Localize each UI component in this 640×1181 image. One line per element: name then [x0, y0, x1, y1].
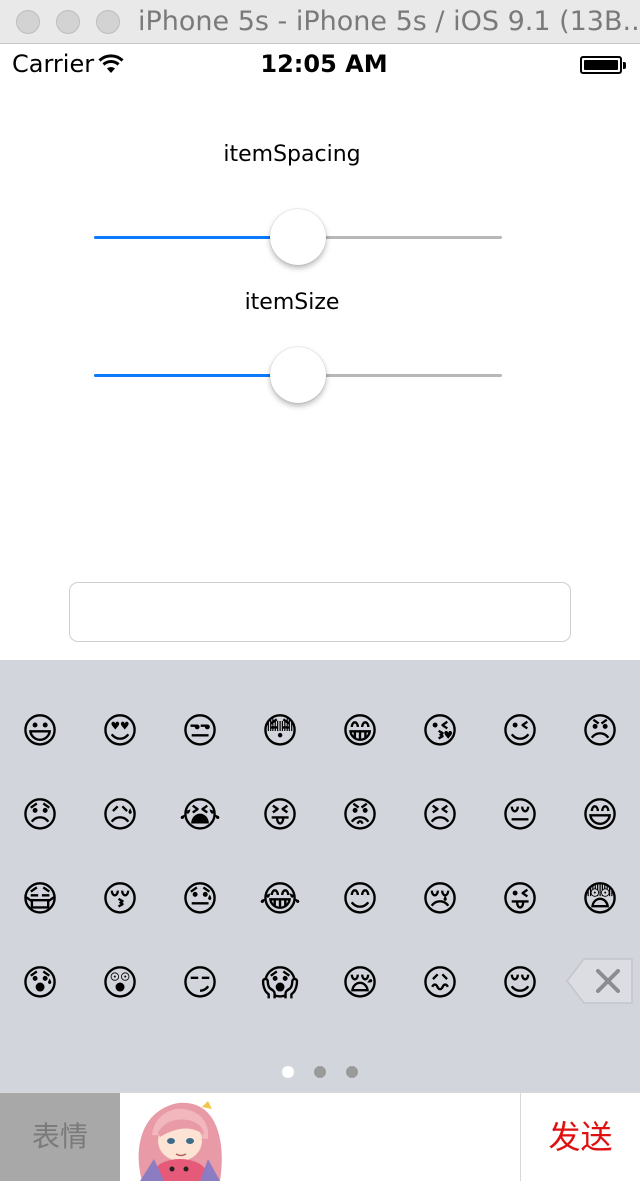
emoji-key[interactable]: 😜 [490, 870, 550, 930]
emoji-key[interactable]: 😓 [170, 870, 230, 930]
slider-fill [94, 374, 298, 377]
page-dot-active[interactable] [282, 1066, 294, 1078]
emoji-key[interactable]: 😄 [570, 786, 630, 846]
send-button[interactable]: 发送 [520, 1093, 640, 1181]
emoji-key[interactable]: 😨 [570, 870, 630, 930]
emoji-key[interactable]: 😥 [90, 786, 150, 846]
emoji-key[interactable]: 😠 [570, 702, 630, 762]
emoji-key[interactable]: 😃 [10, 702, 70, 762]
emoji-key[interactable]: 😭 [170, 786, 230, 846]
emoji-key[interactable]: 😔 [490, 786, 550, 846]
emoji-key[interactable]: 😂 [250, 870, 310, 930]
emoji-key[interactable]: 😖 [410, 954, 470, 1014]
emoji-key[interactable]: 😰 [10, 954, 70, 1014]
emoji-key[interactable]: 😷 [10, 870, 70, 930]
item-size-slider[interactable] [94, 347, 502, 403]
message-input[interactable] [69, 582, 571, 642]
emoji-key[interactable]: 😏 [170, 954, 230, 1014]
page-dot[interactable] [346, 1066, 358, 1078]
emoji-key[interactable]: 😍 [90, 702, 150, 762]
emoji-key[interactable]: 😱 [250, 954, 310, 1014]
bottom-toolbar: 表情 发送 [0, 1092, 640, 1181]
sticker-tab-avatar[interactable] [120, 1093, 240, 1181]
delete-key[interactable] [566, 958, 634, 1004]
item-size-label: itemSize [244, 290, 340, 315]
emoji-key[interactable]: 😞 [10, 786, 70, 846]
slider-thumb[interactable] [270, 347, 326, 403]
item-spacing-slider[interactable] [94, 209, 502, 265]
emoji-key[interactable]: 😲 [90, 954, 150, 1014]
emoji-keyboard: 😃 😍 😒 😳 😁 😘 😉 😠 😞 😥 😭 😝 😡 😣 😔 😄 😷 😚 😓 😂 😊 😢 😜 😨 😰 😲 😏 😱 😪 😖 😌 [0, 660, 640, 1092]
emoji-key[interactable]: 😉 [490, 702, 550, 762]
close-window-button[interactable] [16, 10, 40, 34]
emoji-key[interactable]: 😒 [170, 702, 230, 762]
emoji-key[interactable]: 😘 [410, 702, 470, 762]
window-title: iPhone 5s - iPhone 5s / iOS 9.1 (13B... [138, 6, 640, 37]
item-spacing-label: itemSpacing [223, 142, 361, 167]
status-time: 12:05 AM [260, 50, 388, 78]
backspace-icon [566, 958, 633, 1004]
slider-fill [94, 236, 298, 239]
emoji-key[interactable]: 😣 [410, 786, 470, 846]
slider-thumb[interactable] [270, 209, 326, 265]
emoji-key[interactable]: 😊 [330, 870, 390, 930]
status-bar: Carrier 12:05 AM [0, 44, 640, 84]
emoji-key[interactable]: 😚 [90, 870, 150, 930]
emoji-key[interactable]: 😳 [250, 702, 310, 762]
simulator-titlebar: iPhone 5s - iPhone 5s / iOS 9.1 (13B... [0, 0, 640, 44]
emoji-key[interactable]: 😝 [250, 786, 310, 846]
emoji-tab-button[interactable]: 表情 [0, 1093, 120, 1181]
zoom-window-button[interactable] [96, 10, 120, 34]
battery-icon [580, 56, 622, 74]
emoji-key[interactable]: 😡 [330, 786, 390, 846]
page-dot[interactable] [314, 1066, 326, 1078]
emoji-key[interactable]: 😁 [330, 702, 390, 762]
emoji-key[interactable]: 😪 [330, 954, 390, 1014]
battery-cap [623, 62, 626, 69]
minimize-window-button[interactable] [56, 10, 80, 34]
emoji-key[interactable]: 😢 [410, 870, 470, 930]
anime-girl-sticker-icon [120, 1093, 240, 1181]
emoji-key[interactable]: 😌 [490, 954, 550, 1014]
